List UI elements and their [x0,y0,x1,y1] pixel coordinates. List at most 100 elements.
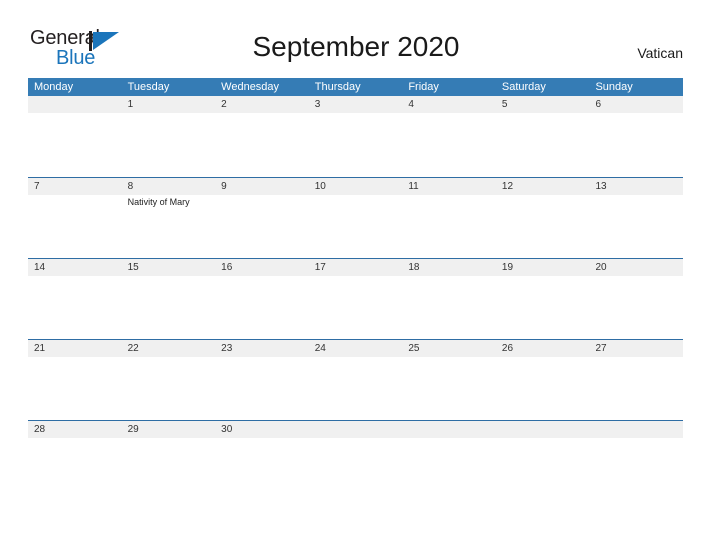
weekday-header-saturday: Saturday [501,81,546,93]
day-number: 14 [34,262,46,273]
event-label: Nativity of Mary [127,197,190,207]
day-number-band [589,96,684,113]
day-number: 10 [314,181,326,192]
day-number: 24 [314,343,326,354]
weekday-header-monday: Monday [34,81,74,93]
day-number-band [589,421,684,438]
day-number-band [495,421,590,438]
weekday-header-thursday: Thursday [314,81,361,93]
calendar-day-cell-empty [402,421,496,501]
calendar-day-cell[interactable]: 1 [121,96,216,177]
day-number: 27 [595,343,607,354]
calendar-day-cell[interactable]: 6 [589,96,684,177]
calendar-day-cell[interactable]: 21 [28,340,122,420]
calendar-day-cell[interactable]: 9 [215,178,309,258]
day-events: Nativity of Mary [128,196,213,208]
day-number: 15 [127,262,139,273]
day-number: 2 [221,99,227,110]
day-number: 21 [34,343,46,354]
day-number-band [121,178,216,195]
calendar-day-cell[interactable]: 8 Nativity of Mary [121,178,216,258]
day-number: 11 [408,181,419,192]
calendar-day-cell[interactable]: 14 [28,259,122,339]
calendar-day-cell[interactable]: 13 [589,178,684,258]
calendar-day-cell[interactable]: 2 [215,96,309,177]
day-number: 17 [314,262,326,273]
day-number: 5 [501,99,508,110]
day-number-band [308,96,403,113]
day-number-band [308,421,403,438]
calendar-week-row: 7 8 Nativity of Mary 9 10 11 12 13 [28,177,684,258]
calendar-week-cells: 21 22 23 24 25 26 27 [28,340,684,420]
day-number: 16 [221,262,233,273]
day-number: 7 [34,181,40,192]
calendar-day-cell[interactable]: 25 [402,340,496,420]
day-number-band [28,178,122,195]
calendar-day-cell[interactable]: 15 [121,259,216,339]
calendar-weeks: 1 2 3 4 5 6 7 8 Nativity of Mary 9 10 11 12 13 14 15 16 1… [28,96,684,501]
calendar-day-cell[interactable]: 7 [28,178,122,258]
calendar-day-cell[interactable]: 27 [589,340,684,420]
day-number-band [495,96,590,113]
calendar-day-cell[interactable]: 4 [402,96,496,177]
day-number: 8 [127,181,134,192]
calendar-day-cell[interactable]: 24 [308,340,403,420]
calendar-grid: Monday Tuesday Wednesday Thursday Friday Satu… [28,78,684,501]
day-number: 29 [127,424,139,435]
calendar-day-cell-empty [589,421,684,501]
calendar-day-cell[interactable]: 17 [308,259,403,339]
calendar-day-cell[interactable]: 3 [308,96,403,177]
weekday-header-tuesday: Tuesday [127,81,170,93]
calendar-day-cell-empty [495,421,590,501]
calendar-week-cells: 7 8 Nativity of Mary 9 10 11 12 13 [28,178,684,258]
day-number: 22 [127,343,139,354]
day-number: 9 [221,181,227,192]
calendar-day-cell[interactable]: 11 [402,178,496,258]
calendar-week-cells: 14 15 16 17 18 19 20 [28,259,684,339]
calendar-day-cell[interactable]: 10 [308,178,403,258]
calendar-day-cell[interactable]: 26 [495,340,590,420]
calendar-day-cell[interactable]: 28 [28,421,122,501]
page-header: General Blue September 2020 Vatican [0,0,712,76]
calendar-week-cells: 1 2 3 4 5 6 [28,96,684,177]
day-number-band [28,96,122,113]
day-number-band [215,96,309,113]
weekday-header-row: Monday Tuesday Wednesday Thursday Friday Satu… [28,78,683,96]
locale-label: Vatican [637,45,683,61]
calendar-day-cell[interactable]: 20 [589,259,684,339]
calendar-week-row: 14 15 16 17 18 19 20 [28,258,684,339]
calendar-page: General Blue September 2020 Vatican Mond… [0,0,712,550]
day-number: 18 [408,262,420,273]
day-number: 30 [221,424,233,435]
day-number: 26 [501,343,514,354]
day-number: 12 [501,181,514,192]
calendar-day-cell-empty [28,96,122,177]
calendar-day-cell[interactable]: 19 [495,259,590,339]
day-number: 19 [501,262,514,273]
day-number: 6 [595,99,602,110]
calendar-day-cell[interactable]: 23 [215,340,309,420]
weekday-header-friday: Friday [408,81,439,93]
day-number: 1 [127,99,134,110]
weekday-header-wednesday: Wednesday [221,81,280,93]
day-number: 20 [595,262,607,273]
day-number-band [402,421,496,438]
day-number: 25 [408,343,420,354]
calendar-day-cell[interactable]: 18 [402,259,496,339]
day-number: 4 [408,99,414,110]
calendar-day-cell[interactable]: 12 [495,178,590,258]
calendar-day-cell[interactable]: 22 [121,340,216,420]
calendar-day-cell[interactable]: 16 [215,259,309,339]
calendar-day-cell[interactable]: 30 [215,421,309,501]
calendar-week-row: 1 2 3 4 5 6 [28,96,684,177]
day-number: 28 [34,424,46,435]
day-number: 23 [221,343,233,354]
calendar-day-cell-empty [308,421,403,501]
calendar-day-cell[interactable]: 5 [495,96,590,177]
calendar-week-row: 21 22 23 24 25 26 27 [28,339,684,420]
weekday-header-sunday: Sunday [595,81,633,93]
day-number-band [402,96,496,113]
day-number-band [215,178,309,195]
day-number: 13 [595,181,607,192]
calendar-day-cell[interactable]: 29 [121,421,216,501]
